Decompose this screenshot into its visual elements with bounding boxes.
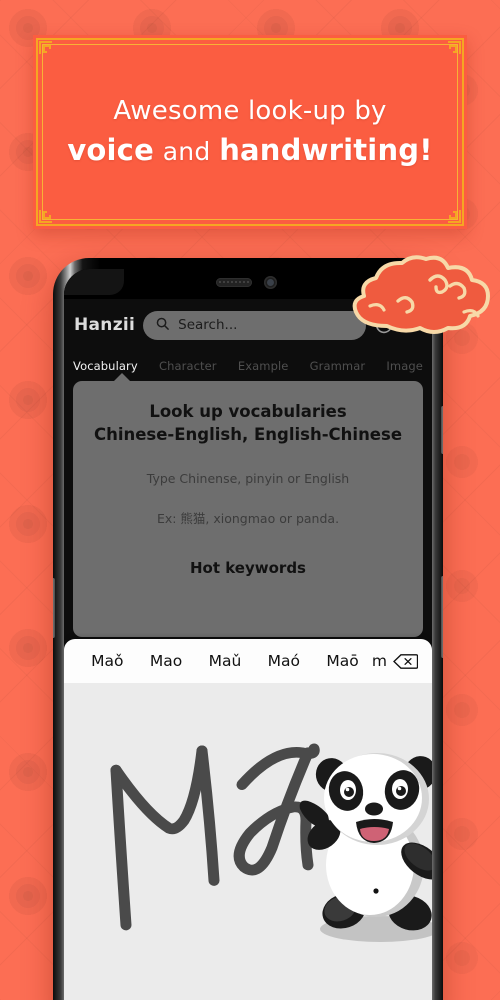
suggestion-item[interactable]: Maǔ — [195, 652, 254, 670]
lookup-title-line2: Chinese-English, English-Chinese — [93, 425, 403, 445]
search-icon — [155, 316, 170, 335]
backspace-icon[interactable] — [393, 653, 418, 670]
lookup-title-line1: Look up vocabularies — [149, 402, 347, 421]
tab-example[interactable]: Example — [238, 359, 289, 373]
lookup-info-card: Look up vocabularies Chinese-English, En… — [73, 373, 423, 637]
banner-word-voice: voice — [67, 132, 154, 167]
suggestion-bar: Maǒ Mao Maǔ Maó Maō m — [64, 639, 432, 683]
banner-word-handwriting: handwriting! — [219, 132, 433, 167]
lookup-hint-example: Ex: 熊猫, xiongmao or panda. — [156, 510, 340, 526]
tab-vocabulary[interactable]: Vocabulary — [73, 359, 138, 373]
suggestion-item[interactable]: Maǒ — [78, 652, 137, 670]
promo-banner: Awesome look-up by voice and handwriting… — [33, 35, 467, 229]
card-caret-indicator — [113, 373, 131, 382]
suggestion-item[interactable]: Maō — [313, 652, 372, 670]
panda-mascot — [299, 753, 432, 942]
front-camera-icon — [264, 276, 277, 289]
banner-word-and: and — [162, 136, 211, 166]
phone-mockup: Hanzii Search... Vocabulary Character Ex… — [53, 258, 443, 1000]
banner-headline-line2: voice and handwriting! — [67, 131, 432, 170]
side-button[interactable] — [53, 578, 55, 638]
volume-button[interactable] — [441, 406, 443, 454]
suggestion-item[interactable]: Maó — [254, 652, 313, 670]
search-placeholder: Search... — [178, 317, 238, 333]
phone-screen: Hanzii Search... Vocabulary Character Ex… — [64, 269, 432, 1000]
tab-grammar[interactable]: Grammar — [310, 359, 366, 373]
power-button[interactable] — [441, 576, 443, 658]
suggestion-item[interactable]: Mao — [137, 652, 196, 670]
handwriting-pad[interactable] — [64, 683, 432, 1000]
hot-keywords-title: Hot keywords — [189, 558, 306, 577]
banner-headline-line1: Awesome look-up by — [113, 95, 387, 126]
suggestion-item[interactable]: m — [372, 652, 393, 670]
app-logo: Hanzii — [74, 315, 136, 335]
lookup-hint-type: Type Chinense, pinyin or English — [146, 470, 350, 486]
tab-character[interactable]: Character — [159, 359, 217, 373]
earpiece-speaker-icon — [216, 278, 252, 287]
chinese-cloud-ornament — [352, 255, 490, 334]
banner-text-block: Awesome look-up by voice and handwriting… — [33, 35, 467, 229]
tab-image[interactable]: Image — [386, 359, 423, 373]
search-input[interactable]: Search... — [143, 310, 366, 340]
